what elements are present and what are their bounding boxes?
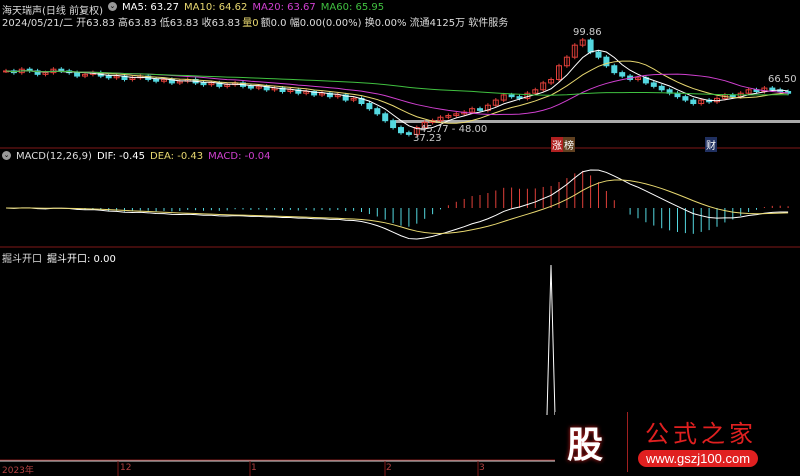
candle [74,72,81,77]
info-text: 额0.0 幅0.00(0.00%) 换0.00% 流通4125万 软件服务 [260,18,509,29]
candle [405,132,412,135]
settings-circle-icon[interactable]: ⌄ [2,151,11,160]
candle [153,78,160,82]
stock-chart[interactable] [0,0,800,476]
tag-bang[interactable]: 榜 [563,137,575,152]
candle [398,127,404,134]
axis-label: 2 [386,463,392,473]
candle [587,39,594,53]
macd-title: MACD(12,26,9) [16,151,92,162]
candle [658,85,665,91]
tag-zhang[interactable]: 涨 [551,137,563,152]
candle [382,113,389,122]
candle [477,108,483,111]
indicator-title: 掘斗开口 [2,254,42,265]
high-price-label: 99.86 [573,27,602,38]
candle [674,92,681,98]
candle [682,96,689,101]
volume-text: 量0 [242,18,259,29]
support-band [395,120,800,123]
axis-label: 12 [120,463,132,473]
watermark: 股 公式之家 www.gszj100.com [555,412,800,472]
macd-dea: DEA: -0.43 [150,151,204,162]
candle [247,85,254,89]
divider [627,412,628,472]
candle [105,75,112,79]
watermark-logo: 股 [567,425,604,466]
candle [690,99,697,105]
indicator-spike [546,264,556,416]
candle [508,94,515,98]
indicator-header: 掘斗开口 掘斗开口: 0.00 [2,250,116,265]
candle [200,82,207,86]
candle [769,87,776,91]
macd-dif: DIF: -0.45 [96,151,145,162]
candle [374,108,381,115]
macd-value: MACD: -0.04 [208,151,271,162]
indicator-value: 掘斗开口: 0.00 [47,254,116,265]
candle [58,68,65,72]
axis-label: 2023年 [2,466,34,476]
tag-cai[interactable]: 财 [705,137,717,152]
dea-line [5,179,789,234]
candle [611,65,618,74]
macd-header: ⌄ MACD(12,26,9) DIF: -0.45 DEA: -0.43 MA… [2,151,271,162]
settings-circle-icon[interactable]: ⌄ [107,2,117,11]
candle [390,120,397,129]
ohlc-text: 2024/05/21/二 开63.83 高63.83 低63.83 收63.83 [2,18,241,29]
dif-line [5,169,789,240]
candle [650,82,657,87]
candle [366,103,373,110]
candle [619,72,626,77]
right-price-label: 66.50 [768,74,797,85]
watermark-url: www.gszj100.com [638,450,759,467]
candle [595,51,602,58]
axis-label: 3 [479,463,485,473]
ohlc-info: 2024/05/21/二 开63.83 高63.83 低63.83 收63.83… [2,14,508,29]
axis-label: 1 [251,463,257,473]
watermark-name: 公式之家 [645,420,757,448]
low-price-label: 37.23 [413,133,442,144]
